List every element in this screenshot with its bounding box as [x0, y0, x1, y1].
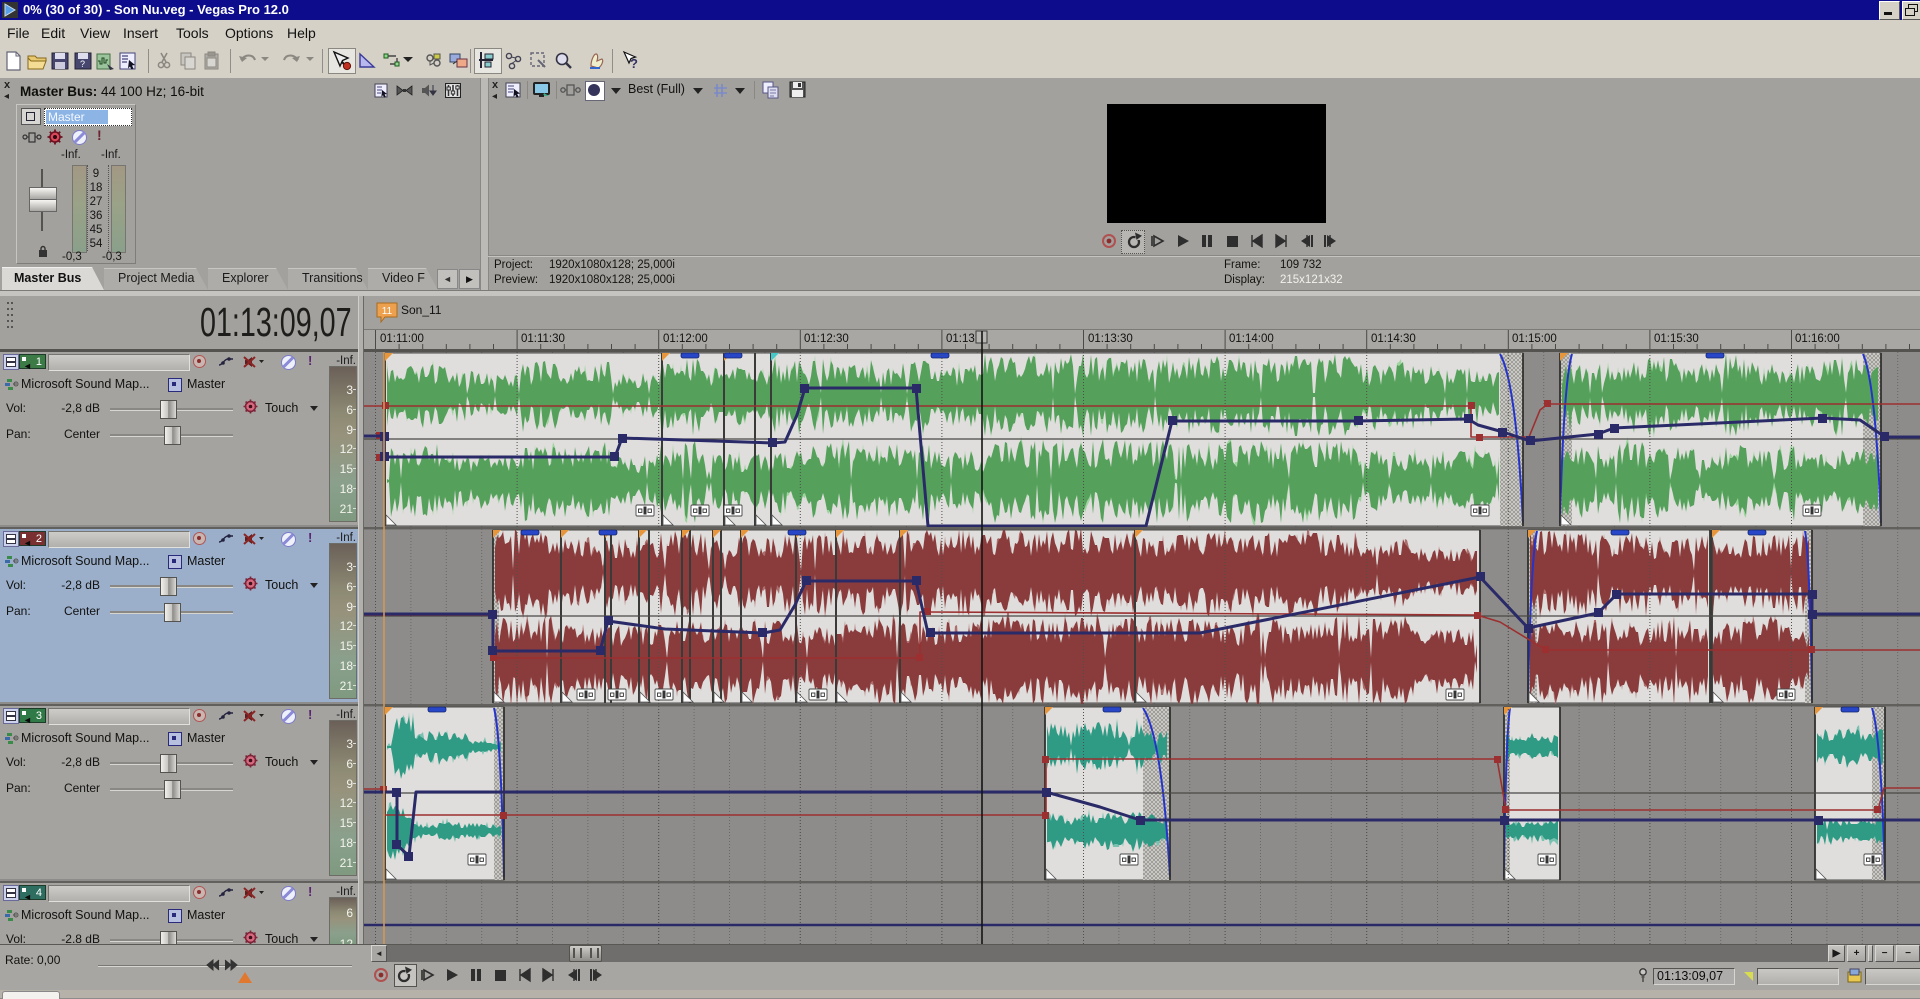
- svg-text:?: ?: [630, 56, 638, 71]
- svg-text:01:15:00: 01:15:00: [1512, 333, 1557, 345]
- svg-text:01:13:30: 01:13:30: [1088, 333, 1133, 345]
- svg-text:01:12:00: 01:12:00: [663, 333, 708, 345]
- svg-text:01:11:30: 01:11:30: [521, 333, 565, 345]
- svg-text:01:16:00: 01:16:00: [1795, 333, 1840, 345]
- svg-text:Son_11: Son_11: [401, 303, 442, 317]
- svg-text:01:15:30: 01:15:30: [1654, 333, 1699, 345]
- svg-text:11: 11: [382, 306, 393, 317]
- svg-text:01:14:30: 01:14:30: [1371, 333, 1416, 345]
- svg-text:01:14:00: 01:14:00: [1229, 333, 1274, 345]
- svg-text:01:13:: 01:13:: [946, 333, 978, 345]
- svg-text:01:11:00: 01:11:00: [380, 333, 424, 345]
- svg-text:01:12:30: 01:12:30: [804, 333, 849, 345]
- svg-text:?: ?: [80, 59, 85, 69]
